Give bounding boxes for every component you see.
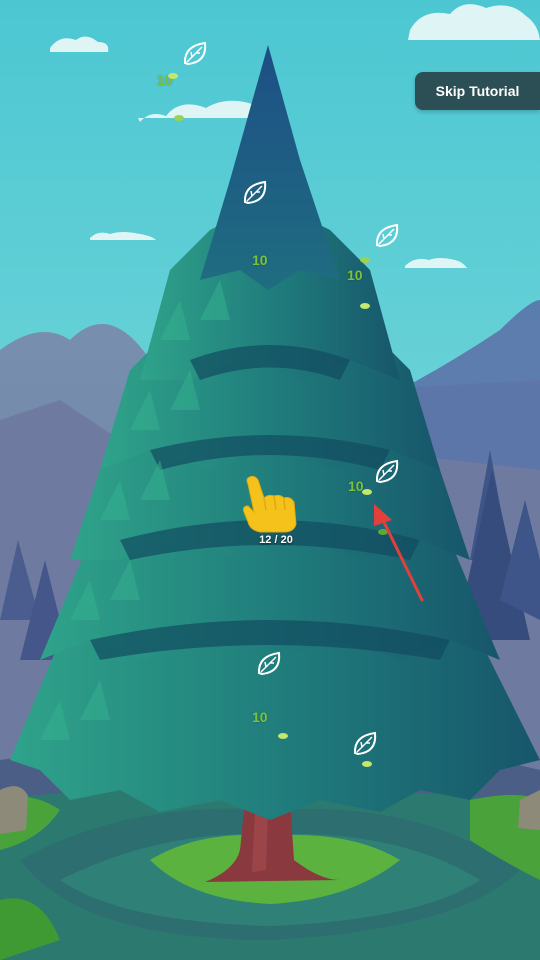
leaf-outline-icon[interactable] bbox=[254, 648, 284, 678]
skip-tutorial-button[interactable]: Skip Tutorial bbox=[415, 72, 540, 110]
falling-leaf-icon bbox=[362, 489, 372, 495]
points-label: 10 bbox=[252, 709, 268, 725]
leaf-outline-icon[interactable] bbox=[350, 728, 380, 758]
falling-leaf-icon bbox=[174, 115, 184, 121]
leaf-outline-icon[interactable] bbox=[372, 456, 402, 486]
falling-leaf-icon bbox=[168, 73, 178, 79]
falling-leaf-icon bbox=[362, 761, 372, 767]
leaf-outline-icon[interactable] bbox=[372, 220, 402, 250]
progress-counter: 12 / 20 bbox=[259, 534, 293, 546]
falling-leaf-icon bbox=[360, 257, 370, 263]
leaf-outline-icon[interactable] bbox=[180, 38, 210, 68]
falling-leaf-icon bbox=[278, 733, 288, 739]
falling-leaf-icon bbox=[360, 303, 370, 309]
points-label: 10 bbox=[347, 267, 363, 283]
leaf-outline-icon[interactable] bbox=[240, 177, 270, 207]
game-stage: Skip Tutorial 10 10 10 10 10 12 / 20 bbox=[0, 0, 540, 960]
falling-leaf-icon bbox=[378, 529, 388, 535]
points-label: 10 bbox=[252, 252, 268, 268]
pointing-hand-icon[interactable] bbox=[238, 472, 300, 534]
